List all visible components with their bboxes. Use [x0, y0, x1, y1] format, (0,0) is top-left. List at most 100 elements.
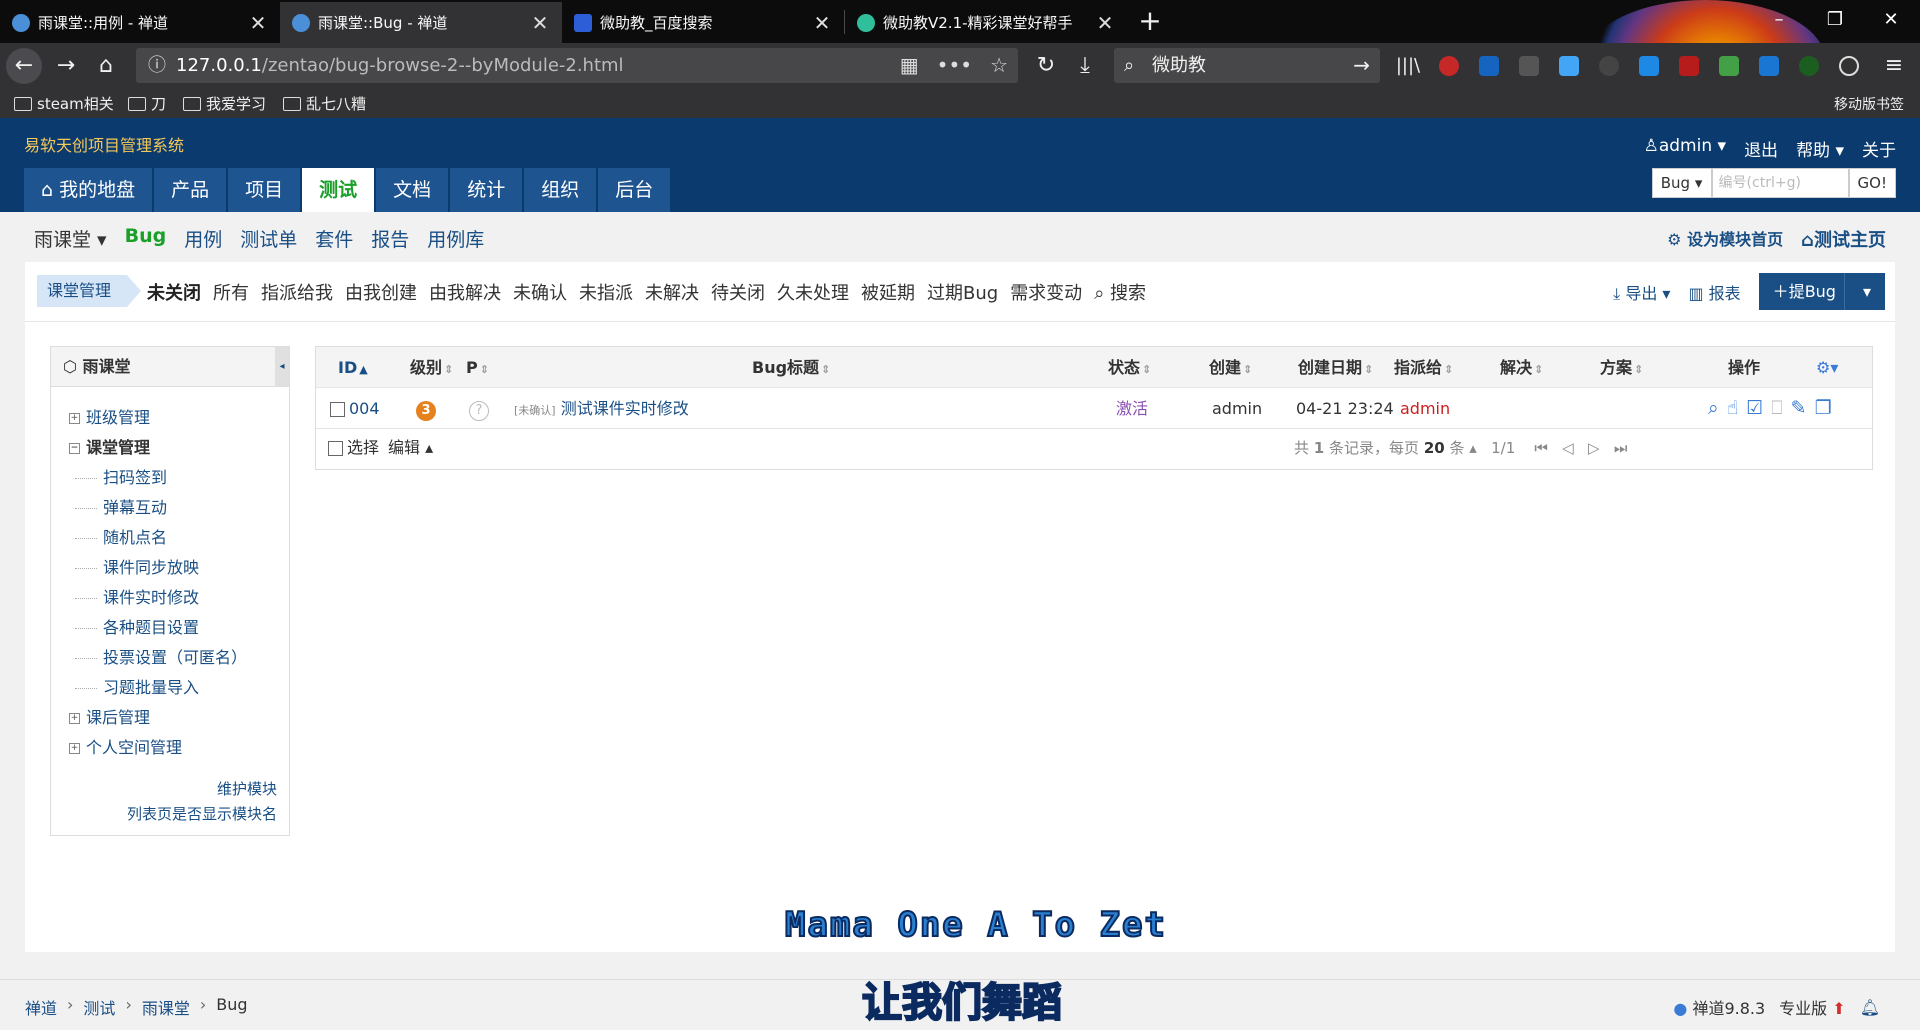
crumb-product[interactable]: 雨课堂 — [142, 995, 190, 1019]
url-bar[interactable]: ⓘ 127.0.0.1/zentao/bug-browse-2--byModul… — [136, 48, 1018, 83]
confirm-icon[interactable]: ☝ — [1727, 388, 1739, 429]
close-icon[interactable]: ✕ — [248, 11, 268, 35]
extension-icon[interactable] — [1839, 56, 1859, 76]
close-icon[interactable]: ✕ — [530, 11, 550, 35]
logout-link[interactable]: 退出 — [1744, 136, 1778, 161]
restore-button[interactable]: ❐ — [1810, 0, 1860, 40]
extension-icon[interactable] — [1479, 56, 1499, 76]
show-module-name-link[interactable]: 列表页是否显示模块名 — [127, 802, 277, 827]
prev-page-icon[interactable]: ◁ — [1562, 439, 1574, 457]
tree-child[interactable]: 随机点名 — [69, 523, 247, 553]
batch-edit-button[interactable]: 编辑 ▴ — [388, 429, 433, 467]
tree-node[interactable]: + 班级管理 — [69, 403, 247, 433]
extension-icon[interactable] — [1719, 56, 1739, 76]
pager-per-page[interactable]: 20 — [1424, 439, 1445, 457]
filter-story-changed[interactable]: 需求变动 — [1010, 279, 1082, 305]
info-icon[interactable]: ⓘ — [148, 48, 166, 83]
close-icon[interactable]: ✕ — [1095, 11, 1115, 35]
col-assigned[interactable]: 指派给 ⇕ — [1394, 347, 1453, 390]
forward-button[interactable]: → — [48, 48, 84, 84]
extension-icon[interactable] — [1799, 56, 1819, 76]
bookmark-star-icon[interactable]: ☆ — [990, 48, 1008, 83]
test-home-link[interactable]: ⌂测试主页 — [1801, 226, 1886, 252]
qr-code-icon[interactable]: ▦ — [900, 48, 919, 83]
filter-opened-by-me[interactable]: 由我创建 — [345, 279, 417, 305]
tree-child[interactable]: 课件实时修改 — [69, 583, 247, 613]
extension-icon[interactable] — [1559, 56, 1579, 76]
extension-icon[interactable] — [1599, 56, 1619, 76]
close-icon[interactable]: ✕ — [812, 11, 832, 35]
resolve-icon[interactable]: ☑ — [1746, 388, 1763, 429]
tree-node-label[interactable]: 班级管理 — [86, 403, 150, 433]
bug-assigned-to[interactable]: admin — [1400, 388, 1450, 429]
export-button[interactable]: ⤓ 导出 ▾ — [1613, 280, 1670, 304]
next-page-icon[interactable]: ▷ — [1588, 439, 1600, 457]
tree-node-label[interactable]: 课后管理 — [86, 703, 150, 733]
nav-test[interactable]: 测试 — [302, 168, 375, 212]
browser-tab-3[interactable]: 微助教_百度搜索 ✕ — [562, 2, 844, 43]
search-bar[interactable]: ⌕ 微助教 → — [1114, 48, 1380, 83]
nav-my[interactable]: ⌂ 我的地盘 — [24, 168, 153, 212]
nav-project[interactable]: 项目 — [228, 168, 301, 212]
filter-all[interactable]: 所有 — [213, 279, 249, 305]
row-checkbox[interactable] — [330, 402, 345, 417]
create-bug-dropdown[interactable]: ▾ — [1843, 273, 1871, 310]
collapse-icon[interactable]: − — [69, 442, 80, 454]
minimize-button[interactable]: – — [1754, 0, 1804, 40]
extension-icon[interactable] — [1759, 56, 1779, 76]
subnav-caselib[interactable]: 用例库 — [427, 225, 484, 252]
download-button[interactable]: ⤓ — [1067, 48, 1103, 84]
ublock-icon[interactable] — [1679, 56, 1699, 76]
adblock-icon[interactable] — [1439, 56, 1459, 76]
nav-product[interactable]: 产品 — [154, 168, 227, 212]
col-pri[interactable]: P ⇕ — [466, 347, 489, 390]
report-button[interactable]: ▥ 报表 — [1688, 280, 1740, 304]
copy-icon[interactable]: ❐ — [1815, 388, 1832, 429]
bell-icon[interactable]: 🔔︎ — [1860, 998, 1880, 1017]
user-menu[interactable]: ♙admin ▾ — [1644, 136, 1726, 161]
current-module[interactable]: 课堂管理 — [37, 275, 142, 307]
create-bug-button[interactable]: ＋提Bug ▾ — [1758, 273, 1885, 310]
col-status[interactable]: 状态 ⇕ — [1108, 347, 1151, 390]
nav-company[interactable]: 组织 — [524, 168, 597, 212]
filter-unresolved[interactable]: 未解决 — [645, 279, 699, 305]
mobile-bookmarks[interactable]: 移动版书签 — [1834, 94, 1904, 114]
edit-icon[interactable]: ✎ — [1791, 388, 1807, 429]
nav-report[interactable]: 统计 — [450, 168, 523, 212]
filter-unconfirmed[interactable]: 未确认 — [513, 279, 567, 305]
col-resolution[interactable]: 方案 ⇕ — [1600, 347, 1643, 390]
last-page-icon[interactable]: ⏭ — [1614, 439, 1628, 457]
expand-icon[interactable]: + — [69, 742, 80, 754]
bookmark-folder[interactable]: steam相关 — [14, 93, 114, 114]
bug-id[interactable]: 004 — [330, 388, 380, 429]
expand-icon[interactable]: + — [69, 412, 80, 424]
library-icon[interactable]: |||\ — [1390, 48, 1426, 84]
bug-title-link[interactable]: 测试课件实时修改 — [561, 399, 689, 418]
subnav-testtask[interactable]: 测试单 — [240, 225, 297, 252]
expand-icon[interactable]: + — [69, 712, 80, 724]
crumb-zentao[interactable]: 禅道 — [25, 995, 57, 1019]
tree-child[interactable]: 弹幕互动 — [69, 493, 247, 523]
extension-icon[interactable] — [1639, 56, 1659, 76]
menu-icon[interactable]: ≡ — [1876, 48, 1912, 84]
reload-button[interactable]: ↻ — [1028, 48, 1064, 84]
edition-link[interactable]: 专业版 ⬆ — [1779, 995, 1846, 1019]
nav-doc[interactable]: 文档 — [376, 168, 449, 212]
tree-child[interactable]: 扫码签到 — [69, 463, 247, 493]
search-go-icon[interactable]: → — [1353, 48, 1370, 83]
filter-unassigned[interactable]: 未指派 — [579, 279, 633, 305]
crumb-test[interactable]: 测试 — [83, 995, 115, 1019]
col-created[interactable]: 创建日期 ⇕ — [1298, 347, 1373, 390]
col-title[interactable]: Bug标题 ⇕ — [752, 347, 830, 390]
subnav-suite[interactable]: 套件 — [315, 225, 353, 252]
search-toggle[interactable]: ⌕ 搜索 — [1094, 279, 1146, 305]
tree-node[interactable]: + 个人空间管理 — [69, 733, 247, 763]
filter-to-close[interactable]: 待关闭 — [711, 279, 765, 305]
subnav-case[interactable]: 用例 — [184, 225, 222, 252]
column-settings-icon[interactable]: ⚙▾ — [1816, 347, 1838, 388]
set-module-home-link[interactable]: ⚙ 设为模块首页 — [1667, 226, 1783, 252]
collapse-sidebar-button[interactable]: ◂ — [275, 347, 289, 386]
home-button[interactable]: ⌂ — [88, 48, 124, 84]
create-bug-main[interactable]: ＋提Bug — [1773, 273, 1836, 310]
select-all[interactable]: 选择 — [328, 429, 379, 467]
